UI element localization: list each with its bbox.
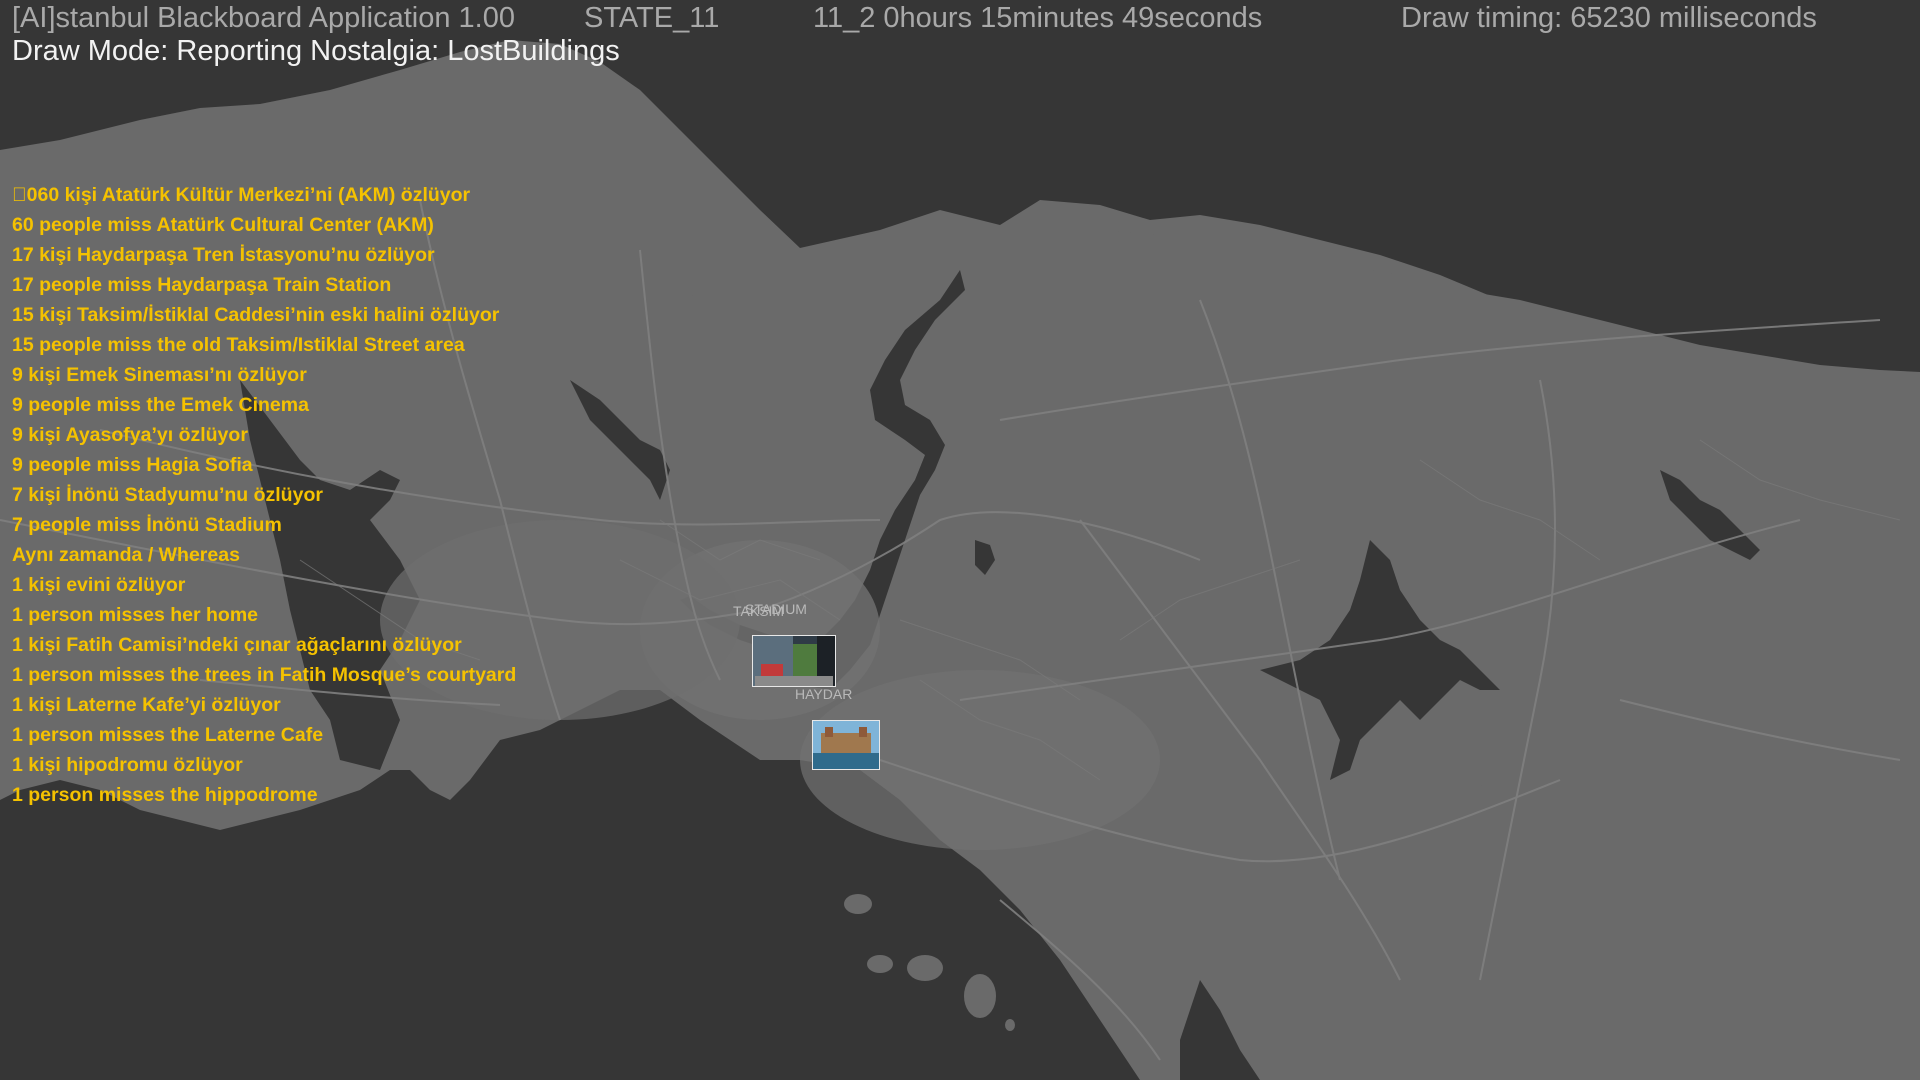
island [1005,1019,1015,1031]
draw-mode-line: Draw Mode: Reporting Nostalgia: LostBuil… [12,35,620,67]
status-bar: [AI]stanbul Blackboard Application 1.00 … [12,2,1912,34]
report-line: 9 people miss the Emek Cinema [12,394,309,416]
report-line: 1 person misses the Laterne Cafe [12,724,324,746]
island [844,894,872,914]
report-line: 9 kişi Ayasofya’yı özlüyor [12,424,248,446]
island [964,974,996,1018]
report-line: 1 person misses the hippodrome [12,784,318,806]
report-line: 9 kişi Emek Sineması’nı özlüyor [12,364,307,386]
draw-timing: Draw timing: 65230 milliseconds [1401,2,1817,34]
report-line: 15 people miss the old Taksim/Istiklal S… [12,334,465,356]
report-line: 17 people miss Haydarpaşa Train Station [12,274,392,296]
island [907,955,943,981]
report-line:  060 kişi Atatürk Kültür Merkezi’ni (AKM… [12,184,471,206]
report-line: 1 kişi Fatih Camisi’ndeki çınar ağaçları… [12,634,462,656]
report-line: 60 people miss Atatürk Cultural Center (… [12,214,434,236]
taksim-label: TAKSIM [733,603,785,619]
report-line: 1 person misses her home [12,604,259,626]
island [690,280,720,300]
nostalgia-report-list:  060 kişi Atatürk Kültür Merkezi’ni (AKM… [12,180,516,810]
report-line: 1 kişi hipodromu özlüyor [12,754,243,776]
report-line: 7 people miss İnönü Stadium [12,514,282,536]
app-title: [AI]stanbul Blackboard Application 1.00 [12,2,515,34]
report-line: 15 kişi Taksim/İstiklal Caddesi’nin eski… [12,304,500,326]
elapsed-time: 11_2 0hours 15minutes 49seconds [813,2,1263,34]
report-line: Aynı zamanda / Whereas [12,544,240,566]
haydarpasa-photo-thumbnail[interactable] [812,720,880,770]
island [867,955,893,973]
report-line: 1 person misses the trees in Fatih Mosqu… [12,664,517,686]
haydar-label: HAYDAR [795,686,853,702]
state-indicator: STATE_11 [584,2,720,34]
report-line: 17 kişi Haydarpaşa Tren İstasyonu’nu özl… [12,244,435,266]
taksim-photo-thumbnail[interactable] [752,635,836,687]
report-line: 1 kişi evini özlüyor [12,574,186,596]
island [1450,784,1490,800]
report-line: 9 people miss Hagia Sofia [12,454,253,476]
report-line: 1 kişi Laterne Kafe’yi özlüyor [12,694,281,716]
report-line: 7 kişi İnönü Stadyumu’nu özlüyor [12,484,323,506]
